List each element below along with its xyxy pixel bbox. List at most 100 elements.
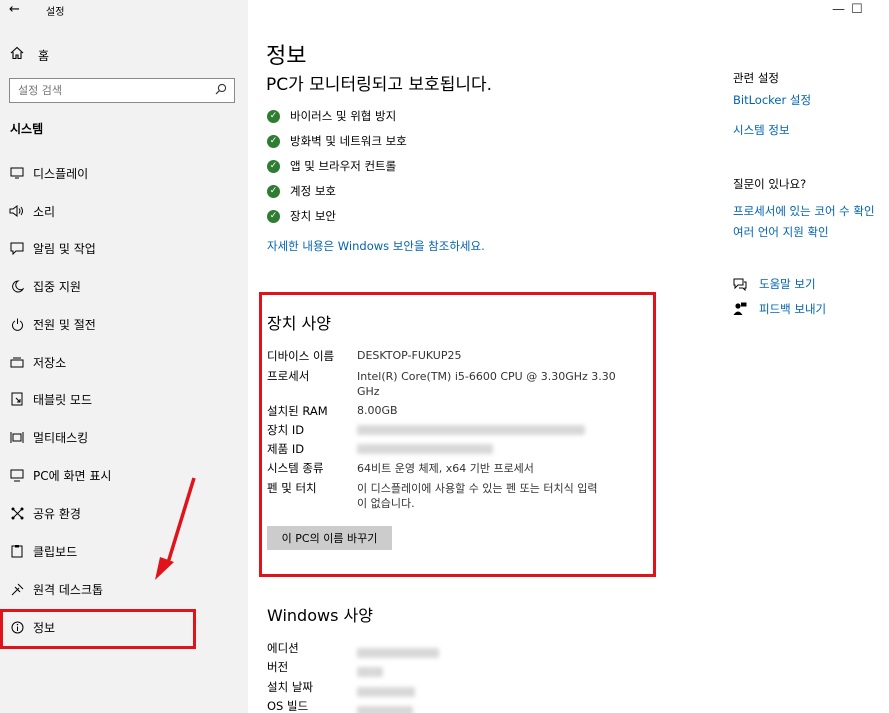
search-icon[interactable] [215,83,227,95]
edition-label: 에디션 [267,641,299,655]
processor-value-line2: GHz [357,385,380,398]
rename-pc-button[interactable]: 이 PC의 이름 바꾸기 [267,526,392,550]
sidebar-item-label: 집중 지원 [33,279,81,294]
protection-item-label: 장치 보안 [290,209,336,223]
sidebar-item-label: PC에 화면 표시 [33,468,112,483]
processor-label: 프로세서 [267,369,310,383]
processor-cores-link[interactable]: 프로세서에 있는 코어 수 확인 [733,203,875,219]
device-id-value-redacted [357,424,585,439]
monitor-icon [8,165,26,181]
protection-item: ✓ 바이러스 및 위협 방지 [267,108,396,124]
sidebar-item-storage[interactable]: 저장소 [0,347,248,377]
pen-touch-value-line1: 이 디스플레이에 사용할 수 있는 펜 또는 터치식 입력 [357,482,598,495]
protection-item-label: 방화벽 및 네트워크 보호 [290,134,407,148]
back-arrow-icon[interactable]: ← [9,2,20,17]
sidebar-item-remote-desktop[interactable]: 원격 데스크톱 [0,574,248,604]
system-type-value: 64비트 운영 체제, x64 기반 프로세서 [357,462,534,475]
check-icon: ✓ [267,209,280,223]
annotation-highlight-box [0,609,196,649]
app-title: 설정 [46,7,65,18]
ram-value: 8.00GB [357,404,398,417]
sidebar-item-multitasking[interactable]: 멀티태스킹 [0,422,248,452]
sidebar-item-label: 멀티태스킹 [33,430,89,445]
sidebar-item-label: 소리 [33,204,56,219]
sidebar-item-sound[interactable]: 소리 [0,196,248,226]
check-icon: ✓ [267,109,280,123]
home-label: 홈 [38,48,50,63]
question-heading: 질문이 있나요? [733,177,807,191]
edition-value-redacted [357,643,439,662]
protection-item-label: 바이러스 및 위협 방지 [290,109,397,123]
system-type-label: 시스템 종류 [267,461,324,475]
sidebar-item-label: 전원 및 절전 [33,317,96,332]
protection-heading: PC가 모니터링되고 보호됩니다. [266,75,493,95]
search-input[interactable] [10,79,200,102]
title-bar: ← 설정 [0,0,248,22]
protection-item: ✓ 앱 및 브라우저 컨트롤 [267,158,396,174]
sidebar-item-label: 디스플레이 [33,166,89,181]
search-box[interactable] [9,78,235,103]
feedback-person-icon [733,302,749,316]
sidebar-item-label: 원격 데스크톱 [33,582,104,597]
moon-icon [8,278,26,294]
clipboard-icon [8,543,26,559]
sidebar-section-title: 시스템 [10,122,44,136]
maximize-button[interactable]: ☐ [851,2,863,17]
os-build-label: OS 빌드 [267,699,309,713]
sidebar-item-notifications[interactable]: 알림 및 작업 [0,233,248,263]
protection-item: ✓ 장치 보안 [267,208,336,224]
get-help-link[interactable]: 도움말 보기 [759,276,816,292]
windows-specs-heading: Windows 사양 [267,606,373,625]
minimize-button[interactable]: — [832,2,845,17]
protection-item-label: 앱 및 브라우저 컨트롤 [290,159,397,173]
pen-touch-label: 펜 및 터치 [267,481,317,495]
device-id-label: 장치 ID [267,423,305,437]
feedback-item[interactable]: 피드백 보내기 [733,301,826,317]
install-date-label: 설치 날짜 [267,680,313,694]
windows-security-link[interactable]: 자세한 내용은 Windows 보안을 참조하세요. [267,238,485,254]
sidebar-item-label: 태블릿 모드 [33,392,93,407]
sidebar-item-label: 알림 및 작업 [33,241,96,256]
ram-label: 설치된 RAM [267,404,328,418]
version-value-redacted [357,662,383,681]
sidebar-item-shared-experiences[interactable]: 공유 환경 [0,498,248,528]
speaker-icon [8,203,26,219]
get-help-item[interactable]: 도움말 보기 [733,276,816,292]
check-icon: ✓ [267,134,280,148]
processor-value-line1: Intel(R) Core(TM) i5-6600 CPU @ 3.30GHz … [357,370,616,383]
bitlocker-settings-link[interactable]: BitLocker 설정 [733,92,811,108]
share-icon [8,505,26,521]
product-id-value-redacted [357,443,493,458]
sidebar-item-focus-assist[interactable]: 집중 지원 [0,271,248,301]
check-icon: ✓ [267,184,280,198]
remote-icon [8,581,26,597]
device-name-value: DESKTOP-FUKUP25 [357,349,462,362]
multi-language-link[interactable]: 여러 언어 지원 확인 [733,224,829,240]
device-name-label: 디바이스 이름 [267,349,335,363]
power-icon [8,316,26,332]
device-specs-heading: 장치 사양 [267,314,331,333]
sidebar-item-display[interactable]: 디스플레이 [0,158,248,188]
home-icon [10,46,24,64]
protection-item: ✓ 방화벽 및 네트워크 보호 [267,133,407,149]
project-icon [8,467,26,483]
sidebar-item-clipboard[interactable]: 클립보드 [0,536,248,566]
product-id-label: 제품 ID [267,442,305,456]
sidebar-item-power[interactable]: 전원 및 절전 [0,309,248,339]
page-title: 정보 [266,44,307,69]
sidebar-item-label: 공유 환경 [33,506,81,521]
sidebar-home[interactable]: 홈 [10,45,49,65]
sidebar-item-tablet-mode[interactable]: 태블릿 모드 [0,384,248,414]
install-date-value-redacted [357,682,415,701]
storage-icon [8,354,26,370]
os-build-value-redacted [357,701,413,713]
related-settings-heading: 관련 설정 [733,71,779,85]
main-content: — ☐ 정보 PC가 모니터링되고 보호됩니다. ✓ 바이러스 및 위협 방지 … [248,0,889,713]
sidebar-item-label: 저장소 [33,355,67,370]
sidebar-item-project[interactable]: PC에 화면 표시 [0,460,248,490]
notification-icon [8,240,26,256]
send-feedback-link[interactable]: 피드백 보내기 [759,301,826,317]
tablet-icon [8,391,26,407]
protection-item: ✓ 계정 보호 [267,183,336,199]
system-info-link[interactable]: 시스템 정보 [733,122,790,138]
